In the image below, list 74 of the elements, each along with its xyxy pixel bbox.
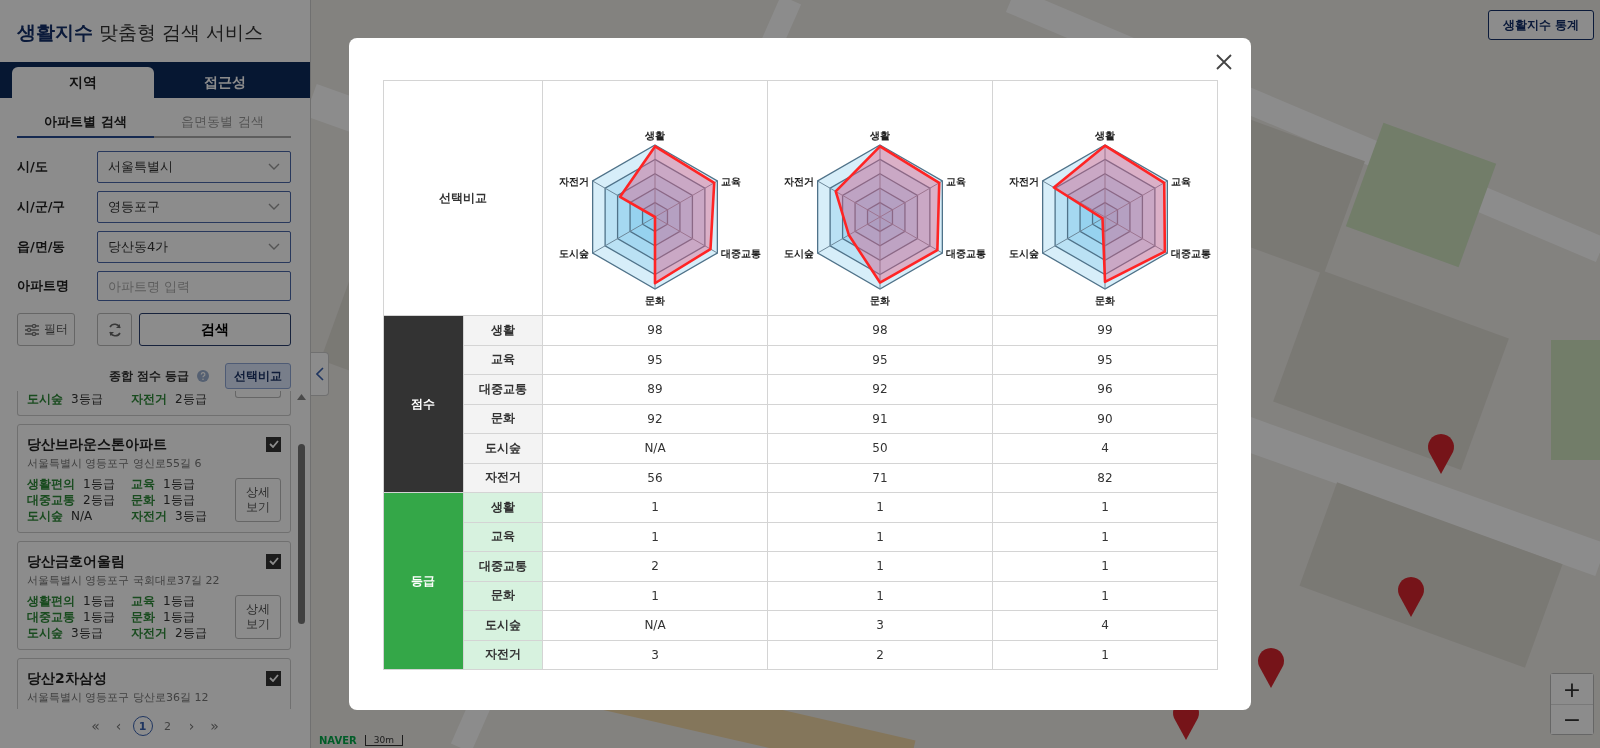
grade-label: 교육 [131,593,155,609]
search-button[interactable]: 검색 [139,313,291,346]
grade-value: 1등급 [83,476,115,492]
apartment-name: 당산브라운스톤아파트 [27,435,167,454]
checkbox[interactable] [266,670,281,686]
next-page-button[interactable]: › [182,715,201,737]
field-label: 읍/면/동 [17,238,67,256]
page-button[interactable]: 2 [157,716,178,736]
chevron-down-icon [268,163,280,171]
app-title: 생활지수 맞춤형 검색 서비스 [16,20,265,45]
grade-value: 3등급 [71,391,103,407]
apartment-address: 서울특별시 영등포구 영신로55길 6 [27,456,203,472]
grade-label: 도시숲 [27,391,63,407]
grade-value: 3등급 [175,508,207,524]
scroll-up-icon[interactable] [297,394,306,400]
grade-value: 1등급 [83,593,115,609]
grade-label: 자전거 [131,508,167,524]
grade-value: 1등급 [163,593,195,609]
grade-value: 1등급 [83,609,115,625]
apartment-card[interactable]: 당산금호어울림 서울특별시 영등포구 국회대로37길 22 생활편의 1등급 교육 1등급 대중교통 1등급 문화 1등급 도시숲 3등급 자전거 2등급 상세 보기 [17,541,291,650]
last-page-button[interactable]: » [205,715,224,737]
previous-page-button[interactable]: ‹ [109,715,128,737]
refresh-button[interactable] [97,313,132,346]
grade-value: 1등급 [163,492,195,508]
detail-button[interactable]: 상세 보기 [235,478,281,522]
grade-value: 3등급 [71,625,103,641]
grade-label: 대중교통 [27,492,75,508]
grade-value: 1등급 [163,476,195,492]
grade-value: 2등급 [83,492,115,508]
grade-value: 2등급 [175,391,207,407]
apartment-name: 당산2차삼성 [27,669,107,688]
grade-label: 교육 [131,476,155,492]
field-label: 아파트명 [17,277,70,295]
chevron-down-icon [268,203,280,211]
grade-label: 생활편의 [27,476,75,492]
grade-label: 도시숲 [27,508,63,524]
grade-value: 2등급 [175,625,207,641]
compare-button[interactable]: 선택비교 [225,363,291,389]
score-grade-label: 종합 점수 등급 [108,367,189,385]
zoom-out-button[interactable]: − [1551,704,1593,734]
field-label: 시/군/구 [17,198,67,216]
field-label: 시/도 [17,158,49,176]
region-tab[interactable]: 접근성 [154,67,296,98]
grade-label: 대중교통 [27,609,75,625]
chevron-down-icon [268,243,280,251]
detail-button[interactable]: 상세 보기 [235,595,281,639]
grade-value: N/A [71,508,93,524]
apartment-card[interactable]: 당산브라운스톤아파트 서울특별시 영등포구 영신로55길 6 생활편의 1등급 교육 1등급 대중교통 2등급 문화 1등급 도시숲 N/A 자전거 3등급 상세 보기 [17,424,291,533]
scrollbar-thumb[interactable] [298,444,305,624]
sliders-icon [24,323,39,336]
grade-value: 1등급 [163,609,195,625]
first-page-button[interactable]: « [86,715,105,737]
dropdown[interactable]: 당산동4가 [97,231,291,263]
apartment-name: 당산금호어울림 [27,552,125,571]
grade-label: 생활편의 [27,593,75,609]
grade-label: 도시숲 [27,625,63,641]
checkbox[interactable] [266,553,281,569]
apartment-card[interactable]: 당산2차삼성 서울특별시 영등포구 당산로36길 12 [17,658,291,709]
apartment-card[interactable]: 도시숲 3등급 자전거 2등급 [17,391,291,416]
grade-label: 자전거 [131,391,167,407]
dropdown[interactable]: 영등포구 [97,191,291,223]
checkbox[interactable] [266,436,281,452]
region-tab[interactable]: 지역 [12,67,154,98]
grade-label: 자전거 [131,625,167,641]
filter-button[interactable]: 필터 [17,313,75,346]
statistics-button[interactable]: 생활지수 통계 [1487,10,1594,40]
apartment-address: 서울특별시 영등포구 당산로36길 12 [27,690,210,706]
grade-label: 문화 [131,492,155,508]
help-icon[interactable] [197,370,209,382]
dropdown[interactable]: 서울특별시 [97,151,291,183]
apartment-address: 서울특별시 영등포구 국회대로37길 22 [27,573,221,589]
grade-label: 문화 [131,609,155,625]
refresh-icon [106,321,123,338]
search-mode-tab[interactable]: 아파트별 검색 [17,108,154,138]
